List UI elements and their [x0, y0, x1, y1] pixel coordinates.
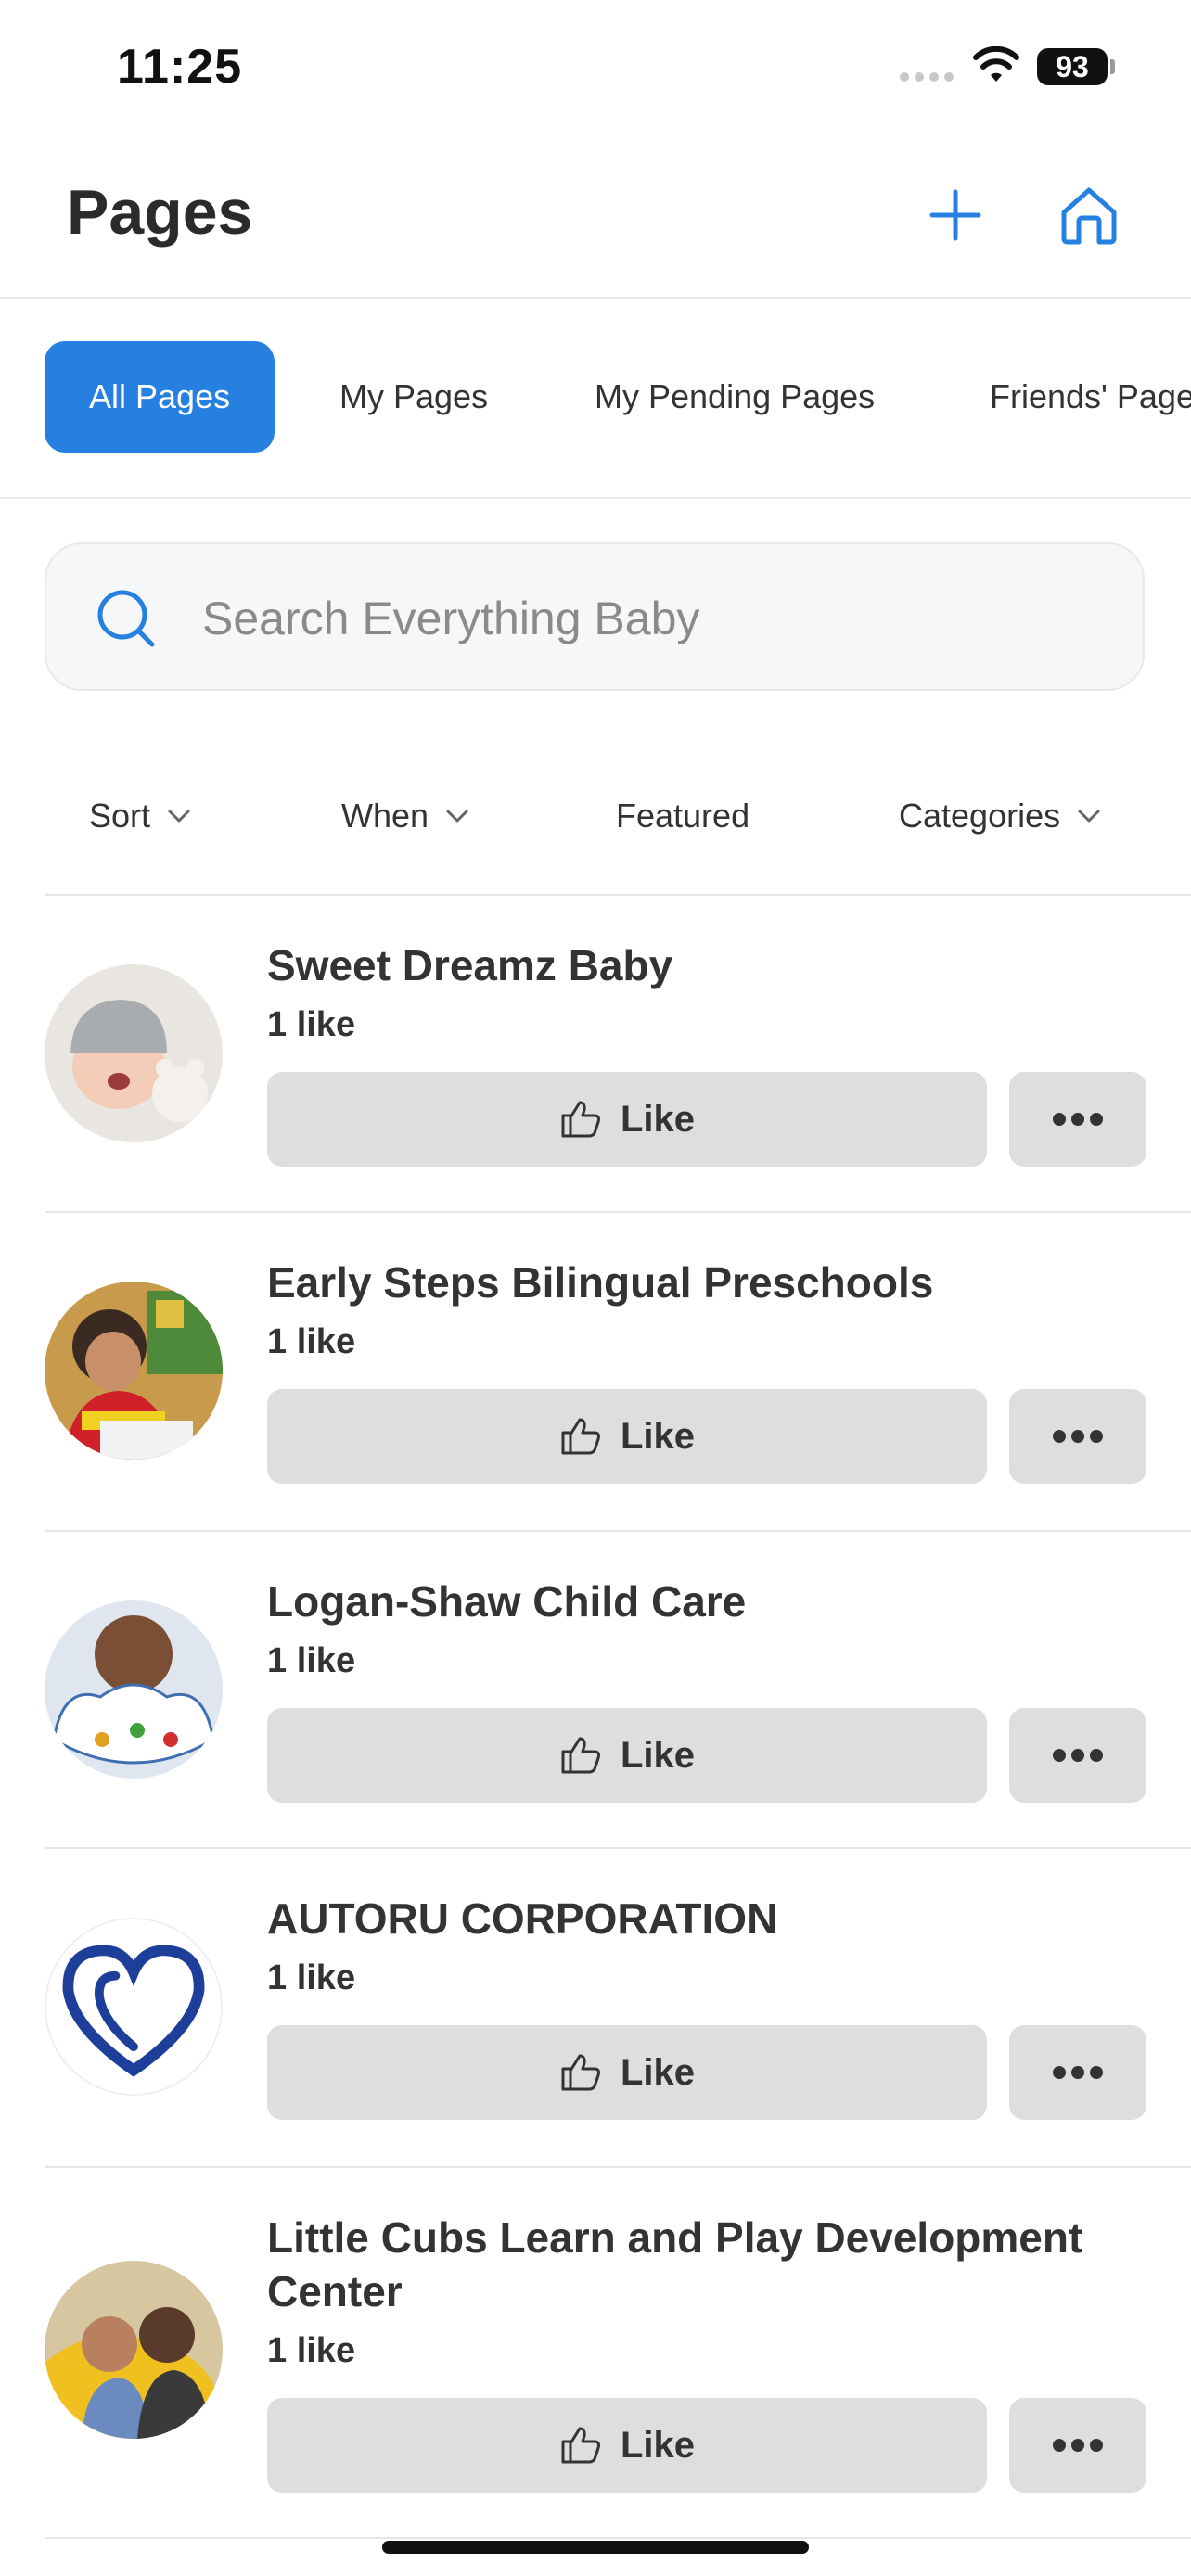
wifi-icon — [973, 46, 1019, 82]
avatar[interactable] — [45, 964, 223, 1142]
thumbs-up-icon — [561, 1101, 600, 1138]
like-count: 1 like — [267, 1958, 356, 1997]
thumbs-up-icon — [561, 1418, 600, 1455]
tab-all-pages[interactable]: All Pages — [45, 341, 275, 453]
page-name[interactable]: Early Steps Bilingual Preschools — [267, 1256, 1083, 1309]
avatar[interactable] — [45, 2261, 223, 2439]
like-label: Like — [620, 2051, 696, 2093]
like-count: 1 like — [267, 1641, 356, 1680]
list-item: Early Steps Bilingual Preschools 1 like … — [45, 1213, 1191, 1532]
header: Pages — [0, 139, 1191, 299]
list-item: Little Cubs Learn and Play Development C… — [45, 2168, 1191, 2539]
page-title: Pages — [67, 177, 253, 248]
like-button[interactable]: Like — [267, 1389, 987, 1484]
battery-indicator: 93 — [1037, 48, 1108, 85]
like-count: 1 like — [267, 1005, 356, 1044]
sort-label: Sort — [89, 797, 151, 835]
featured-filter[interactable]: Featured — [616, 753, 749, 879]
like-label: Like — [620, 1415, 696, 1457]
pages-list: Sweet Dreamz Baby 1 like Like Early Step… — [45, 896, 1191, 2539]
when-label: When — [341, 797, 429, 835]
thumbs-up-icon — [561, 2427, 600, 2464]
tab-friends-pages[interactable]: Friends' Pages — [990, 341, 1191, 453]
tab-my-pages[interactable]: My Pages — [339, 341, 488, 453]
featured-label: Featured — [616, 797, 750, 835]
page-name[interactable]: AUTORU CORPORATION — [267, 1892, 1083, 1945]
more-options-button[interactable] — [1009, 2025, 1146, 2120]
more-options-button[interactable] — [1009, 1708, 1146, 1803]
like-button[interactable]: Like — [267, 2025, 987, 2120]
battery-tip — [1110, 59, 1115, 74]
avatar-image — [45, 1600, 223, 1779]
avatar[interactable] — [45, 1600, 223, 1779]
home-button[interactable] — [1054, 180, 1124, 250]
chevron-down-icon — [1078, 810, 1100, 823]
chevron-down-icon — [168, 810, 190, 823]
home-icon — [1061, 187, 1117, 245]
plus-icon — [929, 189, 981, 241]
avatar-image — [45, 2261, 223, 2439]
avatar-image — [45, 1282, 223, 1460]
page-name[interactable]: Little Cubs Learn and Play Development C… — [267, 2211, 1083, 2318]
thumbs-up-icon — [561, 2054, 600, 2091]
avatar[interactable] — [45, 1282, 223, 1460]
thumbs-up-icon — [561, 1737, 600, 1774]
list-item: Logan-Shaw Child Care 1 like Like — [45, 1532, 1191, 1849]
like-count: 1 like — [267, 2331, 356, 2370]
page-name[interactable]: Logan-Shaw Child Care — [267, 1575, 1083, 1628]
more-options-button[interactable] — [1009, 1389, 1146, 1484]
categories-dropdown[interactable]: Categories — [899, 753, 1101, 879]
more-options-button[interactable] — [1009, 1072, 1146, 1167]
like-count: 1 like — [267, 1322, 356, 1361]
when-dropdown[interactable]: When — [341, 753, 469, 879]
tab-my-pending-pages[interactable]: My Pending Pages — [595, 341, 875, 453]
categories-label: Categories — [899, 797, 1061, 835]
like-button[interactable]: Like — [267, 2398, 987, 2493]
list-item: Sweet Dreamz Baby 1 like Like — [45, 896, 1191, 1213]
like-label: Like — [620, 1098, 696, 1140]
like-label: Like — [620, 2424, 696, 2466]
search-input[interactable] — [202, 581, 1037, 656]
list-item: AUTORU CORPORATION 1 like Like — [45, 1849, 1191, 2168]
like-label: Like — [620, 1734, 696, 1776]
chevron-down-icon — [446, 810, 468, 823]
status-time: 11:25 — [117, 40, 243, 94]
sort-dropdown[interactable]: Sort — [89, 753, 191, 879]
filter-bar: Sort When Featured Categories — [45, 753, 1191, 896]
page-name[interactable]: Sweet Dreamz Baby — [267, 938, 1083, 992]
search-icon — [97, 590, 155, 647]
more-options-button[interactable] — [1009, 2398, 1146, 2493]
avatar[interactable] — [45, 1918, 223, 2096]
add-page-button[interactable] — [920, 180, 991, 250]
cellular-signal-icon — [900, 72, 954, 82]
like-button[interactable]: Like — [267, 1072, 987, 1167]
avatar-image — [45, 964, 223, 1142]
search-bar[interactable] — [45, 542, 1145, 691]
home-indicator[interactable] — [382, 2541, 809, 2554]
tab-bar: All Pages My Pages My Pending Pages Frie… — [0, 299, 1191, 499]
like-button[interactable]: Like — [267, 1708, 987, 1803]
status-bar: 11:25 93 — [0, 0, 1191, 139]
heart-logo-image — [46, 1919, 221, 2094]
